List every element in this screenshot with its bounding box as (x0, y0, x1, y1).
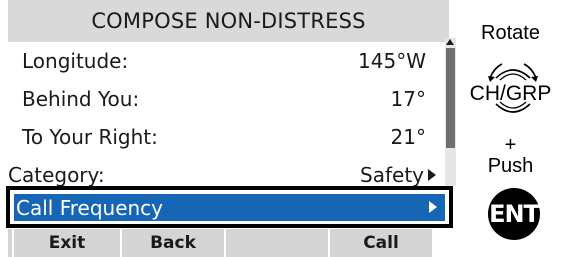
right-arrow-icon (429, 201, 437, 213)
behind-you-label: Behind You: (22, 87, 140, 111)
screen-title: COMPOSE NON-DISTRESS (8, 0, 449, 42)
softkey-bar: Exit Back Call (8, 229, 453, 257)
call-frequency-item[interactable]: Call Frequency (6, 186, 453, 228)
lcd-screen: COMPOSE NON-DISTRESS Longitude: 145°W Be… (0, 0, 458, 257)
plus-label: + (504, 134, 517, 156)
category-value: Safety (360, 163, 424, 187)
row-longitude: Longitude: 145°W (8, 42, 442, 80)
call-frequency-label: Call Frequency (16, 195, 164, 220)
rotate-label: Rotate (481, 22, 540, 44)
scrollbar-thumb[interactable] (446, 48, 455, 148)
blank-softkey[interactable] (226, 229, 330, 257)
longitude-value: 145°W (358, 49, 426, 73)
ent-key-button[interactable]: ENT (488, 188, 540, 240)
scroll-up-arrow-icon (446, 39, 454, 45)
ch-grp-label: CH/GRP (469, 82, 552, 105)
to-your-right-value: 21° (390, 125, 426, 149)
scrollbar[interactable] (445, 38, 456, 186)
push-label: Push (487, 155, 534, 177)
row-to-your-right: To Your Right: 21° (8, 118, 442, 156)
exit-softkey[interactable]: Exit (14, 229, 122, 257)
back-softkey[interactable]: Back (122, 229, 226, 257)
call-softkey[interactable]: Call (330, 229, 434, 257)
longitude-label: Longitude: (22, 49, 129, 73)
hardware-controls: Rotate CH/GRP + Push ENT (458, 0, 563, 257)
category-label: Category: (8, 163, 105, 187)
right-arrow-icon (428, 169, 436, 181)
behind-you-value: 17° (390, 87, 426, 111)
to-your-right-label: To Your Right: (22, 125, 158, 149)
softkey-end (434, 229, 453, 257)
row-behind-you: Behind You: 17° (8, 80, 442, 118)
category-value-wrap: Safety (360, 163, 436, 187)
selected-highlight: Call Frequency (14, 194, 445, 221)
